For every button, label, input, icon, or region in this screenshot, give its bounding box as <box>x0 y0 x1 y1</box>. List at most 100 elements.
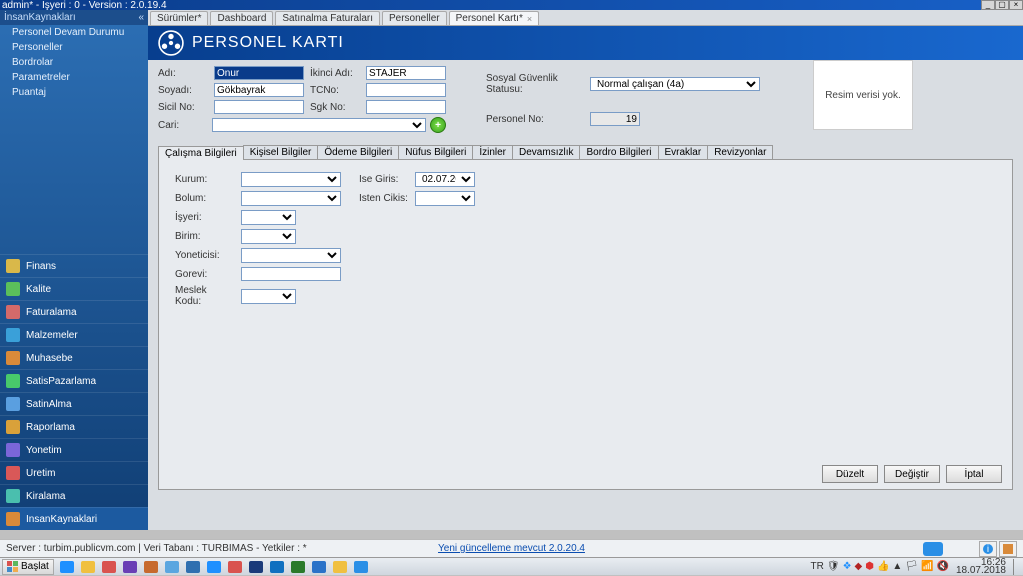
personel-no <box>590 112 640 126</box>
sgs-select[interactable]: Normal çalışan (4a) <box>590 77 760 91</box>
collapse-icon[interactable]: « <box>138 12 144 23</box>
tab-satnalmafaturalar[interactable]: Satınalma Faturaları <box>275 11 380 25</box>
tcno-input[interactable] <box>366 83 446 97</box>
module-uretim[interactable]: Uretim <box>0 461 148 484</box>
taskbar-app-icon[interactable] <box>310 559 328 575</box>
chat-icon[interactable] <box>923 542 943 556</box>
yonetici-select[interactable] <box>241 248 341 263</box>
module-insankaynaklari[interactable]: InsanKaynaklari <box>0 507 148 530</box>
taskbar-app-icon[interactable] <box>268 559 286 575</box>
sidebar-item[interactable]: Personeller <box>0 40 148 55</box>
iptal-button[interactable]: İptal <box>946 465 1002 483</box>
lang-indicator[interactable]: TR <box>811 561 824 572</box>
module-icon <box>6 397 20 411</box>
tray-icon[interactable]: 🏳 <box>905 561 918 572</box>
module-icon <box>6 420 20 434</box>
module-raporlama[interactable]: Raporlama <box>0 415 148 438</box>
degistir-button[interactable]: Değiştir <box>884 465 940 483</box>
module-icon <box>6 443 20 457</box>
taskbar-app-icon[interactable] <box>205 559 223 575</box>
photo-placeholder: Resim verisi yok. <box>813 60 913 130</box>
taskbar-app-icon[interactable] <box>247 559 265 575</box>
close-icon[interactable]: × <box>527 14 532 24</box>
isyeri-select[interactable] <box>241 210 296 225</box>
taskbar-app-icon[interactable] <box>226 559 244 575</box>
module-icon <box>6 259 20 273</box>
add-cari-button[interactable]: + <box>430 117 446 133</box>
gorevi-input[interactable] <box>241 267 341 281</box>
detail-tabs: Çalışma BilgileriKişisel BilgilerÖdeme B… <box>158 145 1013 160</box>
sidebar-item[interactable]: Personel Devam Durumu <box>0 25 148 40</box>
taskbar-app-icon[interactable] <box>352 559 370 575</box>
sidebar-header[interactable]: İnsanKaynakları « <box>0 10 148 25</box>
module-finans[interactable]: Finans <box>0 254 148 277</box>
detail-tab[interactable]: Nüfus Bilgileri <box>398 145 473 159</box>
close-button[interactable]: × <box>1009 0 1023 10</box>
detail-tab[interactable]: Revizyonlar <box>707 145 773 159</box>
tray-icon[interactable]: ❖ <box>843 561 852 572</box>
tray-icon[interactable]: 👍 <box>877 561 889 572</box>
tray-icon[interactable]: 📶 <box>921 561 933 572</box>
exit-icon[interactable] <box>999 541 1017 557</box>
tray-icon[interactable]: ⬢ <box>865 561 874 572</box>
update-link[interactable]: Yeni güncelleme mevcut 2.0.20.4 <box>438 543 585 554</box>
birim-select[interactable] <box>241 229 296 244</box>
tab-personelkart[interactable]: Personel Kartı*× <box>449 11 540 25</box>
module-yonetim[interactable]: Yonetim <box>0 438 148 461</box>
ikinci-adi-input[interactable] <box>366 66 446 80</box>
taskbar-clock[interactable]: 16:26 18.07.2018 <box>952 559 1010 575</box>
soyadi-input[interactable] <box>214 83 304 97</box>
detail-tab[interactable]: Kişisel Bilgiler <box>243 145 319 159</box>
info-icon[interactable]: i <box>979 541 997 557</box>
minimize-button[interactable]: _ <box>981 0 995 10</box>
bolum-select[interactable] <box>241 191 341 206</box>
detail-tab[interactable]: Evraklar <box>658 145 709 159</box>
kurum-select[interactable] <box>241 172 341 187</box>
module-satinalma[interactable]: SatinAlma <box>0 392 148 415</box>
adi-input[interactable] <box>214 66 304 80</box>
sidebar-item[interactable]: Parametreler <box>0 70 148 85</box>
module-faturalama[interactable]: Faturalama <box>0 300 148 323</box>
isten-cikis-date[interactable] <box>415 191 475 206</box>
window-title: admin* - İşyeri : 0 - Version : 2.0.19.4 <box>2 0 167 11</box>
duzelt-button[interactable]: Düzelt <box>822 465 878 483</box>
tray-icon[interactable]: 🔇 <box>936 561 948 572</box>
module-icon <box>6 305 20 319</box>
start-button[interactable]: Başlat <box>2 559 54 575</box>
maximize-button[interactable]: ▢ <box>995 0 1009 10</box>
tab-srmler[interactable]: Sürümler* <box>150 11 208 25</box>
taskbar-app-icon[interactable] <box>121 559 139 575</box>
taskbar-app-icon[interactable] <box>100 559 118 575</box>
ise-giris-date[interactable]: 02.07.2018 <box>415 172 475 187</box>
module-satispazarlama[interactable]: SatisPazarlama <box>0 369 148 392</box>
taskbar-app-icon[interactable] <box>142 559 160 575</box>
detail-tab[interactable]: Devamsızlık <box>512 145 580 159</box>
show-desktop[interactable] <box>1013 559 1021 575</box>
meslek-select[interactable] <box>241 289 296 304</box>
sidebar-item[interactable]: Bordrolar <box>0 55 148 70</box>
detail-tab[interactable]: Bordro Bilgileri <box>579 145 658 159</box>
taskbar-app-icon[interactable] <box>58 559 76 575</box>
taskbar-app-icon[interactable] <box>79 559 97 575</box>
tab-personeller[interactable]: Personeller <box>382 11 447 25</box>
taskbar-app-icon[interactable] <box>289 559 307 575</box>
module-muhasebe[interactable]: Muhasebe <box>0 346 148 369</box>
sidebar-item[interactable]: Puantaj <box>0 85 148 100</box>
sicil-input[interactable] <box>214 100 304 114</box>
tab-dashboard[interactable]: Dashboard <box>210 11 273 25</box>
taskbar-app-icon[interactable] <box>163 559 181 575</box>
tray-icon[interactable]: ◆ <box>855 561 863 572</box>
tray-icon[interactable]: 🛡 <box>827 561 840 572</box>
taskbar-app-icon[interactable] <box>184 559 202 575</box>
cari-select[interactable] <box>212 118 426 132</box>
taskbar-app-icon[interactable] <box>331 559 349 575</box>
sgk-input[interactable] <box>366 100 446 114</box>
module-kalite[interactable]: Kalite <box>0 277 148 300</box>
module-kiralama[interactable]: Kiralama <box>0 484 148 507</box>
module-icon <box>6 282 20 296</box>
detail-tab[interactable]: İzinler <box>472 145 513 159</box>
module-malzemeler[interactable]: Malzemeler <box>0 323 148 346</box>
detail-tab[interactable]: Çalışma Bilgileri <box>158 146 244 160</box>
tray-icon[interactable]: ▲ <box>892 561 902 572</box>
detail-tab[interactable]: Ödeme Bilgileri <box>317 145 399 159</box>
